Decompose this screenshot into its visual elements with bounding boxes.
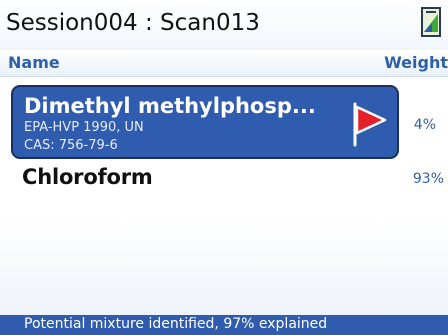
- chemical-name: Dimethyl methylphosp...: [24, 94, 316, 118]
- status-message: Potential mixture identified, 97% explai…: [24, 316, 328, 332]
- result-weight: 93%: [412, 171, 444, 187]
- column-header: Name Weight: [0, 50, 448, 77]
- chemical-cas: CAS: 756-79-6: [24, 138, 118, 153]
- session-scan-title: Session004 : Scan013: [6, 10, 260, 36]
- red-flag-icon: [353, 102, 387, 147]
- chemical-library: EPA-HVP 1990, UN: [24, 120, 144, 135]
- result-row[interactable]: Chloroform 93%: [0, 163, 448, 193]
- status-bar: Potential mixture identified, 97% explai…: [0, 315, 448, 335]
- result-row-selected[interactable]: Dimethyl methylphosp... EPA-HVP 1990, UN…: [11, 85, 399, 159]
- signal-battery-icon: [421, 7, 441, 37]
- chemical-name: Chloroform: [22, 165, 153, 189]
- app-screen: Session004 : Scan013 Name Weight Dimethy…: [0, 0, 448, 335]
- result-weight: 4%: [413, 117, 436, 133]
- column-name-header[interactable]: Name: [8, 53, 60, 72]
- column-weight-header[interactable]: Weight: [384, 53, 448, 72]
- results-list: Dimethyl methylphosp... EPA-HVP 1990, UN…: [0, 77, 448, 315]
- title-bar: Session004 : Scan013: [0, 0, 448, 50]
